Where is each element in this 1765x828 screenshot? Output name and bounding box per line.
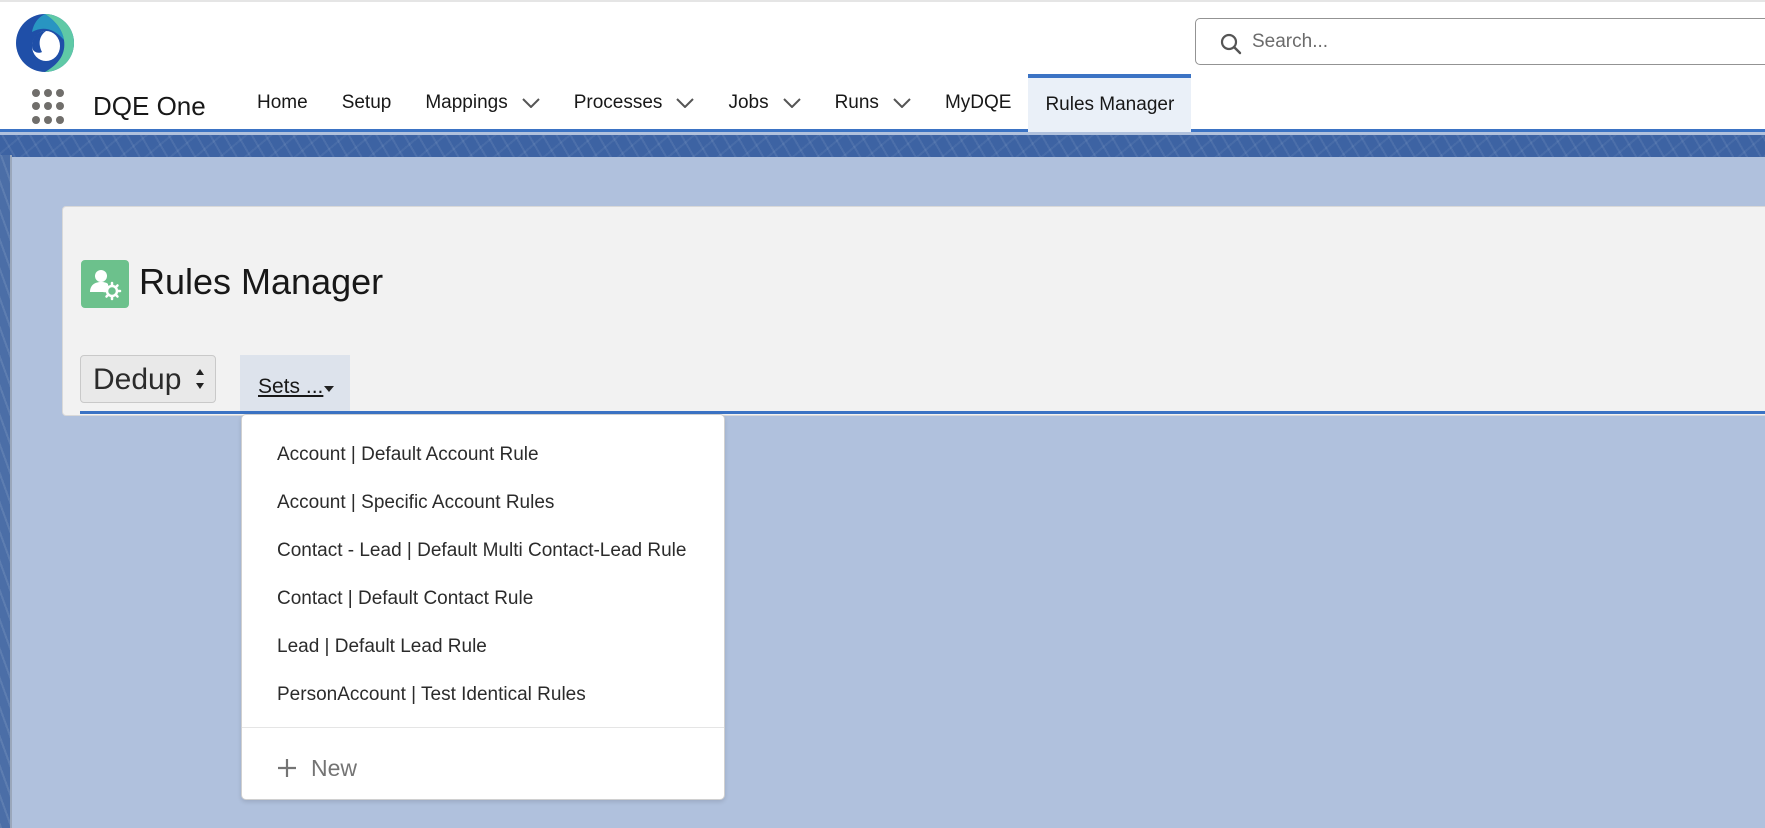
nav-item-label: Runs	[834, 92, 879, 113]
background-pattern	[0, 135, 1765, 157]
nav-item-processes[interactable]: Processes	[557, 74, 712, 132]
page-header-card: Rules Manager Dedup Sets ...	[62, 206, 1765, 416]
menu-item[interactable]: Contact | Default Contact Rule	[242, 575, 724, 623]
nav-item-label: Rules Manager	[1045, 94, 1175, 115]
sets-dropdown-list: Account | Default Account Rule Account |…	[242, 431, 724, 719]
chevron-down-icon[interactable]	[522, 98, 540, 108]
left-border-strip	[0, 155, 12, 828]
sets-dropdown-menu: Account | Default Account Rule Account |…	[241, 414, 725, 800]
sets-tab[interactable]: Sets ...	[240, 355, 350, 413]
search-icon	[1220, 33, 1242, 55]
navigation-bar: DQE One Home Setup Mappings Processes Jo…	[0, 74, 1765, 132]
top-header	[0, 0, 1765, 74]
nav-items: Home Setup Mappings Processes Jobs Runs …	[240, 74, 1192, 132]
nav-item-setup[interactable]: Setup	[325, 74, 409, 132]
nav-item-label: MyDQE	[944, 92, 1012, 113]
nav-item-mydqe[interactable]: MyDQE	[928, 74, 1029, 132]
nav-item-runs[interactable]: Runs	[818, 74, 928, 132]
page-title: Rules Manager	[139, 261, 384, 302]
menu-item[interactable]: PersonAccount | Test Identical Rules	[242, 671, 724, 719]
menu-item[interactable]: Account | Specific Account Rules	[242, 479, 724, 527]
menu-item[interactable]: Contact - Lead | Default Multi Contact-L…	[242, 527, 724, 575]
nav-item-label: Home	[257, 92, 308, 113]
nav-item-jobs[interactable]: Jobs	[711, 74, 817, 132]
nav-item-label: Mappings	[425, 92, 508, 113]
app-name: DQE One	[93, 91, 206, 121]
new-set-label: New	[311, 754, 358, 781]
nav-item-mappings[interactable]: Mappings	[408, 74, 556, 132]
app-launcher-icon[interactable]	[32, 89, 68, 125]
nav-item-label: Processes	[573, 92, 663, 113]
menu-item[interactable]: Lead | Default Lead Rule	[242, 623, 724, 671]
nav-item-rules-manager[interactable]: Rules Manager	[1028, 74, 1192, 132]
sort-arrows-icon	[196, 369, 204, 389]
sets-tab-label: Sets ...	[258, 375, 324, 398]
caret-down-icon	[324, 386, 334, 392]
new-set-button[interactable]: New	[277, 748, 357, 788]
user-gear-icon	[81, 260, 129, 308]
nav-item-label: Jobs	[728, 92, 769, 113]
plus-icon	[278, 759, 296, 777]
search-input[interactable]	[1252, 19, 1752, 64]
dqe-logo-icon[interactable]	[14, 12, 76, 74]
chevron-down-icon[interactable]	[893, 98, 911, 108]
rule-type-select-value: Dedup	[93, 363, 182, 396]
chevron-down-icon[interactable]	[782, 98, 801, 108]
rule-type-select[interactable]: Dedup	[80, 355, 216, 403]
nav-item-home[interactable]: Home	[240, 74, 325, 132]
global-search[interactable]	[1195, 18, 1765, 65]
chevron-down-icon[interactable]	[676, 98, 695, 108]
nav-item-label: Setup	[341, 92, 392, 113]
menu-item[interactable]: Account | Default Account Rule	[242, 431, 724, 479]
menu-divider	[242, 727, 724, 728]
